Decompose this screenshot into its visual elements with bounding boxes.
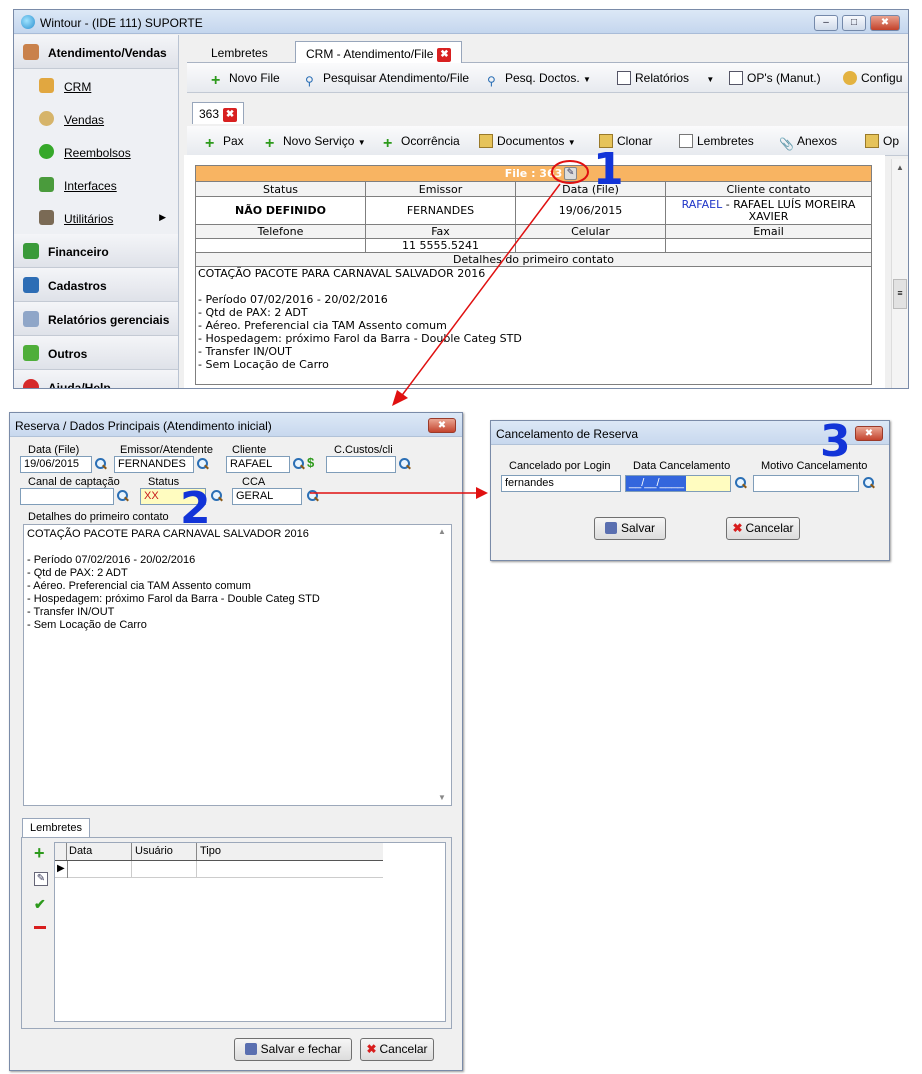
annotation-overlay	[310, 160, 589, 499]
arrow-line-1	[399, 183, 561, 399]
highlight-circle	[551, 160, 589, 184]
annotation-number-2: 2	[180, 483, 211, 534]
annotation-number-3: 3	[820, 416, 851, 467]
annotation-number-1: 1	[593, 144, 624, 195]
arrowhead-1	[392, 390, 408, 406]
arrowhead-2	[476, 487, 488, 499]
